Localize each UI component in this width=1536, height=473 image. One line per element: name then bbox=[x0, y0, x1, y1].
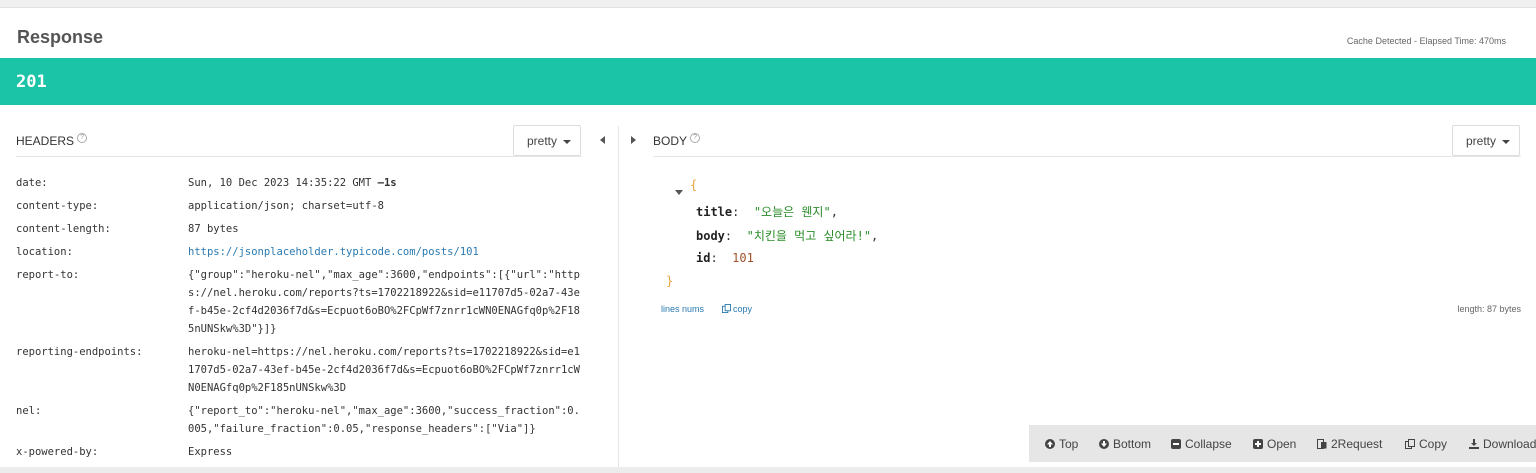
bottom-strip bbox=[0, 467, 1536, 473]
header-row-location: location: https://jsonplaceholder.typico… bbox=[16, 243, 586, 261]
header-key: reporting-endpoints: bbox=[16, 346, 143, 358]
header-row-reporting-endpoints: reporting-endpoints: heroku-nel=https://… bbox=[16, 343, 586, 397]
json-key: title bbox=[696, 205, 733, 219]
json-string-value: "치킨을 먹고 싶어라!" bbox=[746, 229, 872, 243]
header-value: Express bbox=[188, 446, 233, 458]
arrow-down-circle-icon bbox=[1099, 439, 1109, 449]
panel-splitter[interactable] bbox=[618, 126, 619, 468]
status-code: 201 bbox=[16, 72, 47, 92]
plus-square-icon bbox=[1253, 439, 1263, 449]
header-value: heroku-nel=https://nel.heroku.com/report… bbox=[188, 346, 580, 394]
elapsed-time-meta: Cache Detected - Elapsed Time: 470ms bbox=[1346, 36, 1506, 46]
location-link[interactable]: https://jsonplaceholder.typicode.com/pos… bbox=[188, 246, 479, 258]
collapse-right-icon[interactable] bbox=[631, 136, 636, 144]
header-row-date: date: Sun, 10 Dec 2023 14:35:22 GMT –1s bbox=[16, 174, 586, 192]
json-key: body bbox=[696, 229, 725, 243]
status-bar: 201 bbox=[0, 58, 1536, 105]
response-page: Response Cache Detected - Elapsed Time: … bbox=[0, 7, 1536, 468]
header-key: date: bbox=[16, 177, 48, 189]
json-copy-link[interactable]: copy bbox=[722, 304, 752, 314]
top-button[interactable]: Top bbox=[1045, 437, 1078, 451]
copy-icon bbox=[722, 304, 731, 313]
lines-nums-toggle[interactable]: lines nums bbox=[661, 304, 704, 314]
caret-down-icon bbox=[1502, 139, 1511, 144]
header-value: 87 bytes bbox=[188, 223, 239, 235]
help-icon[interactable]: ? bbox=[690, 133, 701, 143]
header-value: {"group":"heroku-nel","max_age":3600,"en… bbox=[188, 269, 580, 335]
body-panel-title: BODY? bbox=[653, 133, 701, 148]
json-field-body: body: "치킨을 먹고 싶어라!", bbox=[696, 229, 879, 243]
header-row-nel: nel: {"report_to":"heroku-nel","max_age"… bbox=[16, 402, 586, 438]
header-key: nel: bbox=[16, 405, 42, 417]
json-collapse-toggle-icon[interactable] bbox=[675, 190, 683, 195]
response-title: Response bbox=[17, 27, 104, 47]
header-value: Sun, 10 Dec 2023 14:35:22 GMT –1s bbox=[188, 177, 397, 189]
body-divider bbox=[653, 156, 1521, 157]
to-request-button[interactable]: 2Request bbox=[1317, 437, 1382, 451]
copy-label: copy bbox=[733, 304, 753, 314]
download-icon bbox=[1469, 439, 1479, 449]
response-header: Response Cache Detected - Elapsed Time: … bbox=[0, 8, 1536, 58]
header-key: content-type: bbox=[16, 200, 99, 212]
headers-panel-title: HEADERS? bbox=[16, 133, 88, 148]
collapse-button[interactable]: Collapse bbox=[1171, 437, 1232, 451]
header-key: report-to: bbox=[16, 269, 80, 281]
header-row-content-type: content-type: application/json; charset=… bbox=[16, 197, 586, 215]
download-button[interactable]: Download bbox=[1469, 437, 1536, 451]
headers-format-label: pretty bbox=[527, 134, 558, 148]
header-key: location: bbox=[16, 246, 73, 258]
body-format-label: pretty bbox=[1466, 134, 1497, 148]
bottom-toolbar: Top Bottom Collapse Open 2Request Copy D… bbox=[1029, 425, 1536, 462]
json-string-value: "오늘은 웬지" bbox=[753, 205, 831, 219]
header-row-content-length: content-length: 87 bytes bbox=[16, 220, 586, 238]
header-row-x-powered-by: x-powered-by: Express bbox=[16, 443, 586, 461]
header-key: content-length: bbox=[16, 223, 111, 235]
body-title-label: BODY bbox=[653, 134, 688, 148]
bottom-button[interactable]: Bottom bbox=[1099, 437, 1151, 451]
help-icon[interactable]: ? bbox=[77, 133, 88, 143]
open-button[interactable]: Open bbox=[1253, 437, 1296, 451]
headers-format-dropdown[interactable]: pretty bbox=[513, 125, 581, 156]
headers-divider bbox=[16, 156, 582, 157]
json-open-brace: { bbox=[690, 178, 698, 192]
header-key: x-powered-by: bbox=[16, 446, 99, 458]
json-close-brace: } bbox=[666, 274, 674, 288]
json-key: id bbox=[696, 251, 711, 265]
header-value: application/json; charset=utf-8 bbox=[188, 200, 384, 212]
headers-title-label: HEADERS bbox=[16, 134, 75, 148]
collapse-left-icon[interactable] bbox=[600, 136, 605, 144]
header-row-report-to: report-to: {"group":"heroku-nel","max_ag… bbox=[16, 266, 586, 338]
header-value: {"report_to":"heroku-nel","max_age":3600… bbox=[188, 405, 580, 435]
body-length: length: 87 bytes bbox=[1457, 304, 1521, 314]
minus-square-icon bbox=[1171, 439, 1181, 449]
time-offset: –1s bbox=[377, 177, 397, 189]
arrow-up-circle-icon bbox=[1045, 439, 1055, 449]
copy-button[interactable]: Copy bbox=[1405, 437, 1447, 451]
json-number-value: 101 bbox=[732, 251, 754, 265]
header-value: https://jsonplaceholder.typicode.com/pos… bbox=[188, 243, 580, 261]
copy-icon bbox=[1405, 439, 1415, 449]
body-format-dropdown[interactable]: pretty bbox=[1452, 125, 1520, 156]
json-field-id: id: 101 bbox=[696, 251, 754, 265]
share-icon bbox=[1317, 439, 1327, 449]
caret-down-icon bbox=[563, 139, 572, 144]
json-field-title: title: "오늘은 웬지", bbox=[696, 205, 838, 219]
headers-list: date: Sun, 10 Dec 2023 14:35:22 GMT –1s … bbox=[16, 174, 586, 466]
